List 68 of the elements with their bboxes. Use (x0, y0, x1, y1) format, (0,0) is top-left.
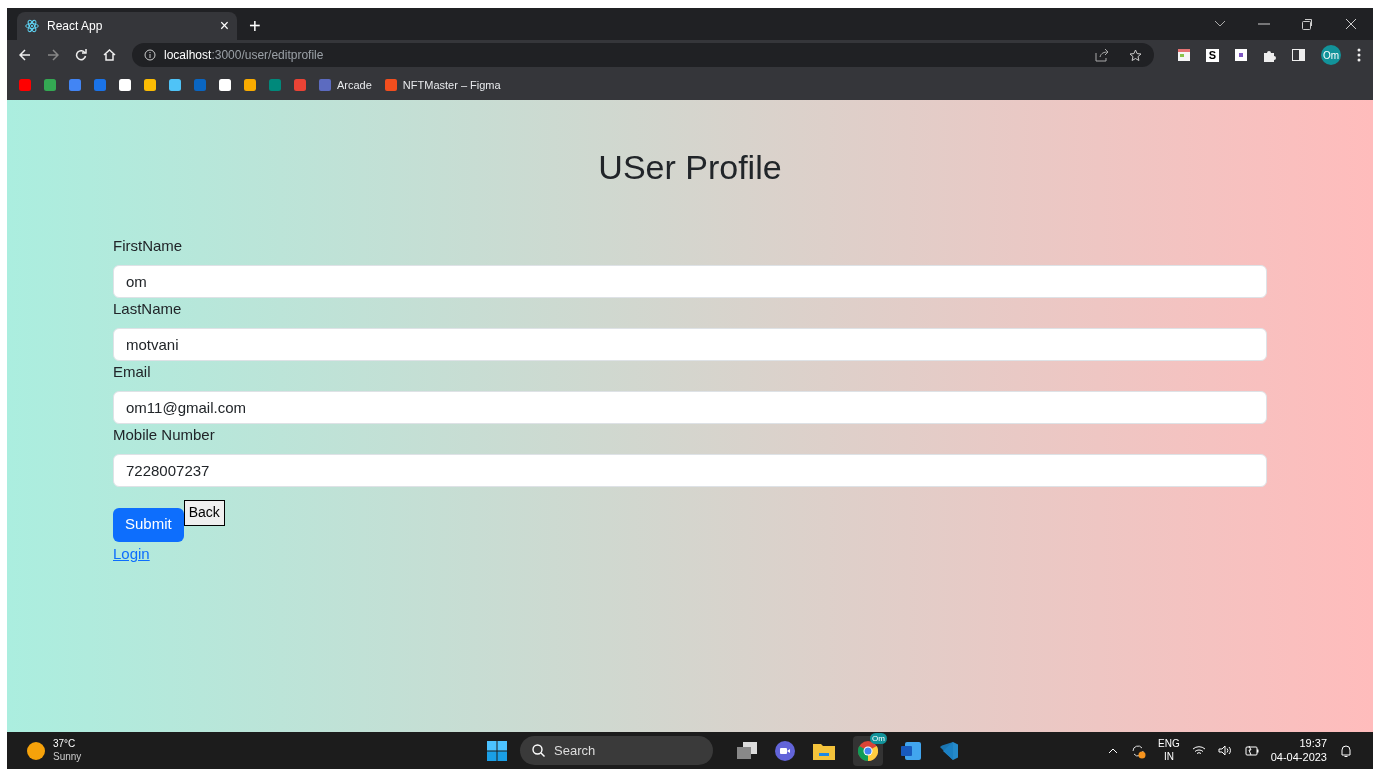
bookmark-icon[interactable] (244, 79, 256, 91)
field-label: Mobile Number (113, 424, 216, 445)
temperature-text: 37°C (53, 738, 77, 751)
notification-icon[interactable] (1339, 743, 1353, 758)
puzzle-icon[interactable] (1263, 48, 1276, 62)
extension-icon[interactable]: S (1206, 48, 1219, 62)
bookmark-link[interactable]: Arcade (319, 76, 372, 94)
chevron-down-icon[interactable] (1214, 20, 1226, 28)
restore-icon[interactable] (1302, 18, 1313, 30)
close-tab-button[interactable]: × (219, 18, 229, 34)
bookmark-icon[interactable] (119, 79, 131, 91)
video-chat-icon[interactable] (775, 740, 795, 761)
language-text[interactable]: ENG (1158, 738, 1180, 751)
address-bar[interactable]: localhost:3000/user/editprofile (132, 43, 1154, 67)
browser-tab[interactable]: React App × (17, 12, 237, 40)
bookmark-icon[interactable] (19, 79, 31, 91)
speaker-icon[interactable] (1217, 745, 1232, 756)
bookmark-icon[interactable] (69, 79, 81, 91)
atom-icon (25, 19, 39, 33)
extension-icon[interactable] (1235, 49, 1247, 61)
submit-button[interactable]: Submit (113, 507, 184, 542)
field-label: LastName (113, 298, 183, 319)
sync-icon[interactable] (1130, 742, 1147, 759)
weather-text: Sunny (53, 750, 82, 763)
close-icon[interactable] (1345, 18, 1357, 30)
side-panel-icon[interactable] (1292, 49, 1305, 61)
bookmark-icon[interactable] (219, 79, 231, 91)
bookmark-icon[interactable] (44, 79, 56, 91)
page-title: USer Profile (597, 147, 783, 188)
bookmark-icon (319, 79, 331, 91)
chrome-icon (858, 740, 878, 761)
url-text: localhost:3000/user/editprofile (164, 47, 324, 64)
bookmark-icon[interactable] (169, 79, 181, 91)
profile-avatar[interactable]: Om (1321, 45, 1341, 65)
text-input-field[interactable]: 7228007237 (113, 453, 1267, 487)
forward-arrow-icon[interactable] (47, 49, 59, 61)
chevron-up-icon[interactable] (1108, 747, 1119, 754)
text-input-field[interactable]: motvani (113, 327, 1267, 361)
folder-icon[interactable] (813, 741, 835, 760)
text-input-field[interactable]: om (113, 264, 1267, 298)
clock-date[interactable]: 04-04-2023 (1270, 750, 1327, 765)
tab-title: React App (47, 18, 104, 35)
text-input-field[interactable]: om11@gmail.com (113, 390, 1267, 424)
clock-time[interactable]: 19:37 (1299, 736, 1327, 751)
sun-icon[interactable] (27, 741, 45, 760)
windows-start-icon[interactable] (487, 740, 507, 761)
task-view-icon[interactable] (737, 741, 757, 760)
extension-icon[interactable] (1178, 49, 1190, 61)
bookmark-icon (384, 79, 397, 91)
reload-icon[interactable] (75, 49, 87, 61)
back-arrow-icon[interactable] (19, 49, 31, 61)
star-icon[interactable] (1129, 48, 1142, 62)
bookmark-icon[interactable] (144, 79, 156, 91)
region-text[interactable]: IN (1163, 750, 1174, 763)
wifi-icon[interactable] (1191, 745, 1206, 756)
field-label: FirstName (113, 235, 184, 256)
search-icon (532, 744, 545, 757)
menu-icon[interactable] (1357, 48, 1361, 62)
share-icon[interactable] (1095, 48, 1109, 62)
bookmark-link[interactable]: NFTMaster – Figma (384, 76, 501, 94)
info-icon (144, 49, 156, 61)
new-tab-button[interactable]: + (249, 16, 261, 36)
taskbar-search-field[interactable]: Search (520, 736, 713, 765)
home-icon[interactable] (103, 49, 116, 61)
back-button[interactable]: Back (183, 499, 225, 526)
battery-icon[interactable] (1243, 745, 1259, 756)
field-label: Email (113, 361, 152, 382)
profile-badge: Om (870, 732, 887, 744)
